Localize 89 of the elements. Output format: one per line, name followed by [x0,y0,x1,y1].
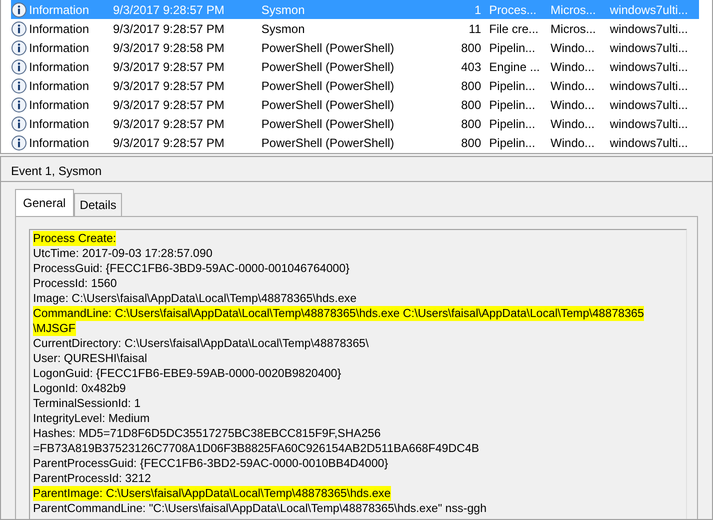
source-text: PowerShell (PowerShell) [261,98,394,112]
info-icon [11,58,27,74]
date-text: 9/3/2017 9:28:57 PM [112,60,224,74]
level-text: Information [29,78,90,94]
detail-line: =FB73A819B37523126C7708A1D06F3B8825FA60C926154AB2D511BA668F49DC4B [33,441,480,456]
detail-line: User: QURESHI\faisal [33,351,148,366]
detail-line: TerminalSessionId: 1 [33,396,141,411]
info-icon [11,2,27,18]
computer-text: windows7ulti... [610,98,688,112]
info-icon [11,78,27,94]
keywords-text: Micros... [550,2,596,16]
tab[interactable]: Details [74,193,122,216]
keywords-text: Windo... [550,116,595,130]
date-text: 9/3/2017 9:28:58 PM [112,40,224,54]
source-text: PowerShell (PowerShell) [261,40,394,54]
keywords-text: Windo... [550,40,595,54]
event-row[interactable]: Information 9/3/2017 9:28:57 PM PowerShell (PowerShell) 800 Pipelin... Windo... windows7ulti... [11,114,699,133]
info-icon [11,134,27,150]
computer-text: windows7ulti... [610,2,688,16]
event-title: Event 1, Sysmon [1,157,712,182]
tab[interactable]: General [15,189,74,216]
level-text: Information [29,96,90,114]
detail-line: LogonGuid: {FECC1FB6-EBE9-59AB-0000-0020B9820400} [33,366,342,381]
event-id-text: 1 [474,2,482,16]
event-id-text: 800 [461,136,482,150]
task-text: Pipelin... [489,98,536,112]
date-text: 9/3/2017 9:28:57 PM [112,136,224,150]
keywords-text: Windo... [550,98,595,112]
level-text: Information [29,134,90,152]
detail-line: LogonId: 0x482b9 [33,381,126,396]
computer-text: windows7ulti... [610,136,688,150]
detail-line: ProcessGuid: {FECC1FB6-3BD9-59AC-0000-001046764000} [33,261,350,276]
source-text: PowerShell (PowerShell) [261,136,394,150]
event-id-text: 11 [468,22,482,36]
date-text: 9/3/2017 9:28:57 PM [112,2,224,16]
source-text: PowerShell (PowerShell) [261,78,394,92]
task-text: Pipelin... [489,136,536,150]
source-text: Sysmon [261,2,305,16]
level-text: Information [29,116,90,132]
level-text: Information [29,58,90,76]
event-row[interactable]: Information 9/3/2017 9:28:57 PM PowerShell (PowerShell) 403 Engine ... Windo... windows7ulti... [11,57,699,76]
detail-line: UtcTime: 2017-09-03 17:28:57.090 [33,246,212,261]
date-text: 9/3/2017 9:28:57 PM [112,78,224,92]
detail-line: ProcessId: 1560 [33,276,117,291]
event-id-text: 403 [461,60,482,74]
level-text: Information [29,20,90,38]
event-id-text: 800 [461,40,482,54]
detail-line: ParentProcessGuid: {FECC1FB6-3BD2-59AC-0000-0010BB4D4000} [33,456,388,471]
task-text: Pipelin... [489,116,536,130]
detail-line: IntegrityLevel: Medium [33,411,150,426]
event-row[interactable]: Information 9/3/2017 9:28:57 PM PowerShell (PowerShell) 800 Pipelin... Windo... windows7ulti... [11,95,699,114]
source-text: PowerShell (PowerShell) [261,60,394,74]
event-row[interactable]: Information 9/3/2017 9:28:57 PM PowerShell (PowerShell) 800 Pipelin... Windo... windows7ulti... [11,133,699,152]
detail-line: ParentProcessId: 3212 [33,471,151,486]
source-text: Sysmon [261,22,305,36]
computer-text: windows7ulti... [610,22,688,36]
task-text: Pipelin... [489,40,536,54]
computer-text: windows7ulti... [610,60,688,74]
source-text: PowerShell (PowerShell) [261,116,394,130]
detail-line: CurrentDirectory: C:\Users\faisal\AppData\Local\Temp\48878365\ [33,336,369,351]
computer-text: windows7ulti... [610,116,688,130]
date-text: 9/3/2017 9:28:57 PM [112,116,224,130]
keywords-text: Micros... [550,22,596,36]
info-icon [11,40,27,56]
level-text: Information [29,40,90,56]
info-icon [11,96,27,112]
date-text: 9/3/2017 9:28:57 PM [112,98,224,112]
task-text: Proces... [489,2,537,16]
task-text: Engine ... [489,60,540,74]
level-text: Information [29,2,90,18]
event-row[interactable]: Information 9/3/2017 9:28:58 PM PowerShell (PowerShell) 800 Pipelin... Windo... windows7ulti... [11,38,699,57]
keywords-text: Windo... [550,78,595,92]
computer-text: windows7ulti... [610,40,688,54]
event-row[interactable]: Information 9/3/2017 9:28:57 PM PowerShell (PowerShell) 800 Pipelin... Windo... windows7ulti... [11,76,699,95]
keywords-text: Windo... [550,60,595,74]
event-id-text: 800 [461,78,482,92]
event-id-text: 800 [461,98,482,112]
date-text: 9/3/2017 9:28:57 PM [112,22,224,36]
detail-line: Image: C:\Users\faisal\AppData\Local\Temp\48878365\hds.exe [33,291,357,306]
detail-line: ParentCommandLine: "C:\Users\faisal\AppData\Local\Temp\48878365\hds.exe" nss-ggh [33,501,487,516]
event-row[interactable]: Information 9/3/2017 9:28:57 PM Sysmon 11 File cre... Micros... windows7ulti... [11,19,699,38]
keywords-text: Windo... [550,136,595,150]
info-icon [11,20,27,36]
computer-text: windows7ulti... [610,78,688,92]
info-icon [11,116,27,132]
detail-line: Hashes: MD5=71D8F6D5DC35517275BC38EBCC815F9F,SHA256 [33,426,381,441]
task-text: File cre... [489,22,538,36]
task-text: Pipelin... [489,78,536,92]
event-id-text: 800 [461,116,482,130]
